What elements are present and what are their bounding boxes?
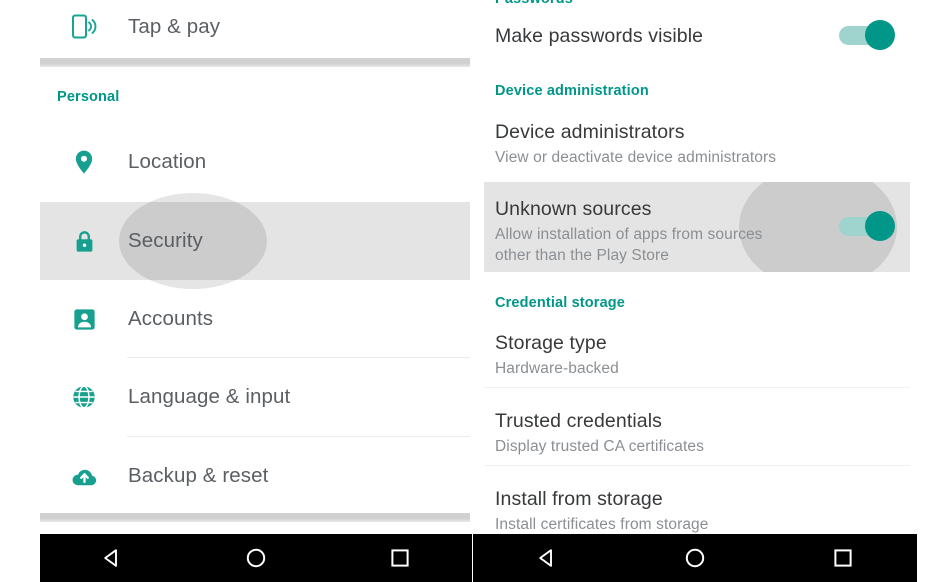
nav-recents-button[interactable] [808,534,878,582]
top-scroll-indicator[interactable] [40,58,470,67]
setting-row-device-administrators[interactable]: Device administrators View or deactivate… [479,119,911,168]
list-divider [484,465,910,466]
sidebar-item-label: Accounts [128,307,214,330]
sidebar-item-accounts[interactable]: Accounts [40,280,470,358]
toggle-thumb [865,20,895,50]
sidebar-item-tap-and-pay[interactable]: Tap & pay [40,0,470,62]
setting-subtitle: Display trusted CA certificates [495,438,704,455]
circle-icon [246,548,266,568]
android-navigation-bar-left [40,534,472,582]
triangle-left-icon [539,549,552,567]
right-phone-screen: Passwords Make passwords visible Device … [473,0,947,582]
sidebar-item-location[interactable]: Location [40,123,470,201]
toggle-unknown-sources[interactable] [837,211,895,241]
list-divider [484,387,910,388]
setting-title: Trusted credentials [495,410,663,432]
square-icon [391,549,409,567]
sidebar-item-label: Backup & reset [128,464,269,487]
setting-row-install-from-storage[interactable]: Install from storage Install certificate… [479,486,911,534]
cloud-upload-icon [40,462,128,491]
setting-subtitle: Install certificates from storage [495,516,709,533]
sidebar-item-label: Security [128,229,203,252]
circle-icon [685,548,705,568]
toggle-make-passwords-visible[interactable] [837,20,895,50]
sidebar-item-language-and-input[interactable]: Language & input [40,358,470,436]
setting-subtitle-line-2: other than the Play Store [495,247,669,264]
sidebar-item-label: Location [128,150,207,173]
setting-title: Device administrators [495,121,685,143]
section-header-credential-storage: Credential storage [495,295,626,311]
location-pin-icon [40,148,128,176]
dual-screenshot-container: Tap & pay Personal Location Security Acc… [0,0,947,582]
nav-recents-button[interactable] [365,534,435,582]
globe-icon [40,383,128,411]
section-header-personal: Personal [57,89,120,105]
bottom-scroll-indicator[interactable] [40,513,470,522]
nfc-tap-and-pay-icon [40,12,128,42]
security-settings-list[interactable]: Passwords Make passwords visible Device … [473,0,947,534]
setting-subtitle: Hardware-backed [495,360,619,377]
toggle-thumb [865,211,895,241]
nav-back-button[interactable] [77,534,147,582]
setting-row-trusted-credentials[interactable]: Trusted credentials Display trusted CA c… [479,408,911,457]
left-settings-list[interactable]: Tap & pay Personal Location Security Acc… [0,0,473,534]
setting-row-storage-type[interactable]: Storage type Hardware-backed [479,330,911,379]
nav-home-button[interactable] [221,534,291,582]
left-phone-screen: Tap & pay Personal Location Security Acc… [0,0,473,582]
sidebar-item-label: Tap & pay [128,15,221,38]
account-person-icon [40,306,128,333]
section-header-device-administration: Device administration [495,83,649,99]
section-header-passwords: Passwords [495,0,573,3]
sidebar-item-backup-and-reset[interactable]: Backup & reset [40,437,470,515]
lock-icon [40,228,128,255]
nav-back-button[interactable] [512,534,582,582]
square-icon [834,549,852,567]
setting-title: Install from storage [495,488,663,510]
android-navigation-bar-right [473,534,917,582]
setting-subtitle: View or deactivate device administrators [495,149,777,166]
nav-home-button[interactable] [660,534,730,582]
sidebar-item-security[interactable]: Security [40,193,470,289]
sidebar-item-label: Language & input [128,385,291,408]
setting-title: Storage type [495,332,607,354]
triangle-left-icon [104,549,117,567]
